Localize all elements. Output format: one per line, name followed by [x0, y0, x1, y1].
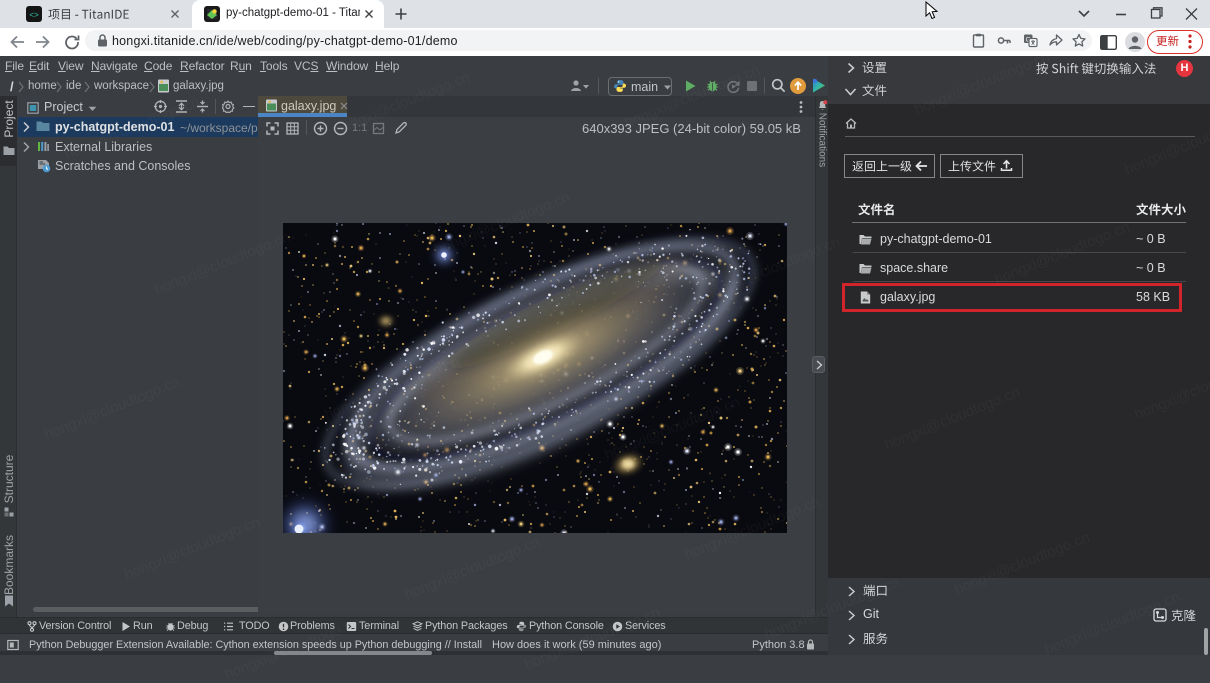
svg-text:<>: <>	[29, 12, 39, 21]
